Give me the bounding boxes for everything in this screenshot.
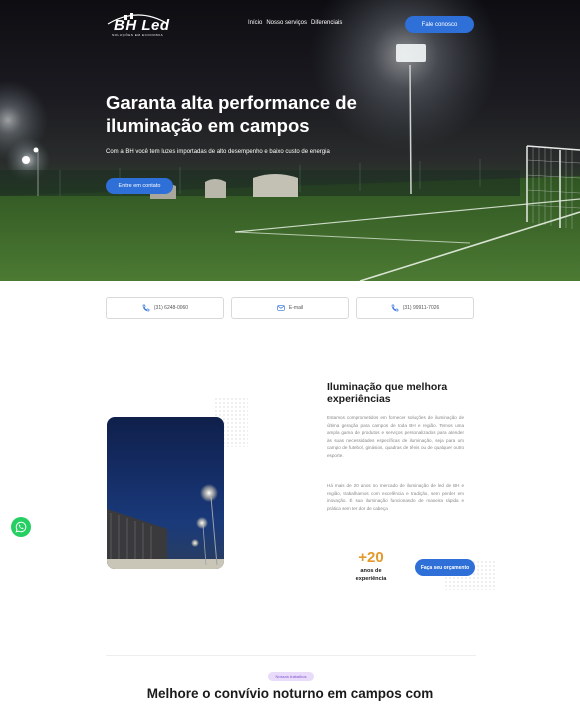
hero-title: Garanta alta performance de iluminação e… <box>106 92 357 136</box>
get-in-touch-button[interactable]: Entre em contato <box>106 178 173 194</box>
contact-label: E-mail <box>288 305 304 311</box>
about-title: Iluminação que melhora experiências <box>327 381 448 405</box>
phone-icon <box>142 304 150 312</box>
works-section-title: Melhore o convívio noturno em campos com <box>146 686 434 701</box>
whatsapp-icon <box>15 521 27 533</box>
contact-phone-2[interactable]: (31) 99911-7026 <box>356 297 474 319</box>
stadium-night-photo <box>107 417 224 569</box>
contact-us-button[interactable]: Fale conosco <box>405 16 474 33</box>
experience-number: +20 <box>358 549 384 566</box>
nav-item-inicio[interactable]: Início <box>248 20 262 26</box>
about-paragraph-1: Estamos comprometidos em fornecer soluçõ… <box>327 415 464 458</box>
brand-logo[interactable]: BH Led SOLUÇÕES EM ECONOMIA <box>106 13 170 37</box>
hero-section: BH Led SOLUÇÕES EM ECONOMIA Início Nosso… <box>0 0 580 281</box>
about-paragraph-2: Há mais de 20 anos no mercado de ilumina… <box>327 483 464 511</box>
experience-label: anos de experiência <box>355 568 387 582</box>
phone-icon <box>391 304 399 312</box>
main-nav: Início Nosso serviços Diferenciais <box>248 20 342 26</box>
hero-subtitle: Com a BH você tem luzes importadas de al… <box>106 149 330 155</box>
mail-icon <box>277 304 285 312</box>
contact-label: (31) 99911-7026 <box>402 305 440 311</box>
logo-tagline: SOLUÇÕES EM ECONOMIA <box>112 33 164 37</box>
stadium-background <box>0 0 580 281</box>
contact-email[interactable]: E-mail <box>231 297 349 319</box>
section-divider <box>106 655 476 656</box>
whatsapp-button[interactable] <box>11 517 31 537</box>
section-badge: Nossos trabalhos <box>268 672 314 681</box>
nav-item-diferenciais[interactable]: Diferenciais <box>311 20 342 26</box>
contact-phone-1[interactable]: (31) 6248-0060 <box>106 297 224 319</box>
contact-label: (31) 6248-0060 <box>153 305 189 311</box>
request-quote-button[interactable]: Faça seu orçamento <box>415 559 475 576</box>
nav-item-servicos[interactable]: Nosso serviços <box>266 20 307 26</box>
logo-text: BH Led <box>114 17 170 34</box>
